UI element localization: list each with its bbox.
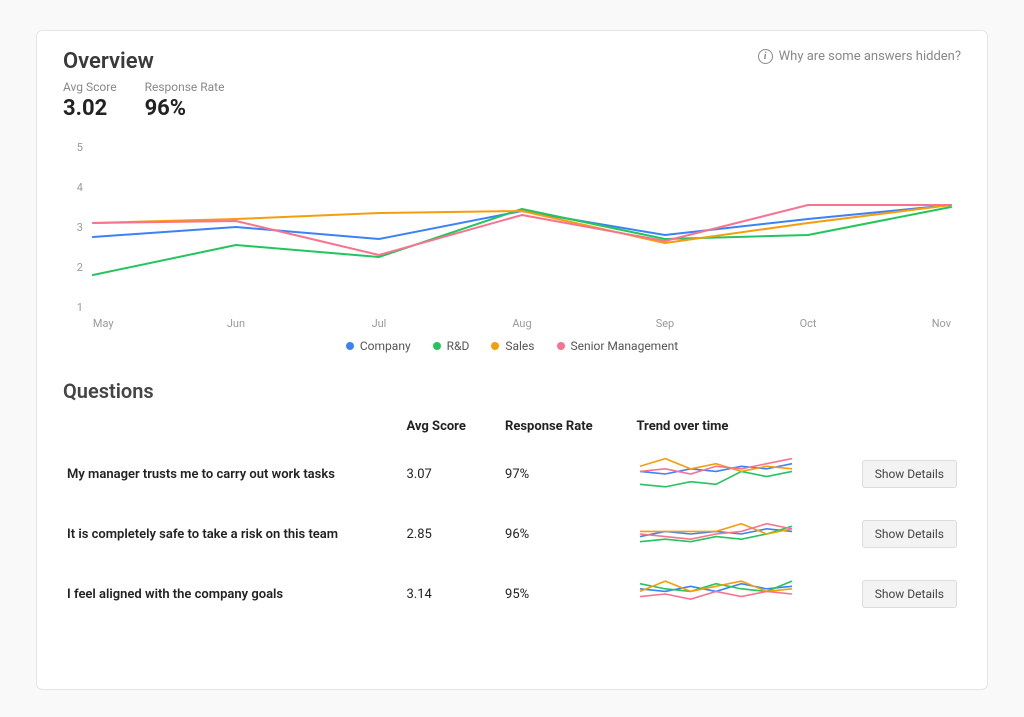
svg-text:5: 5 (77, 141, 83, 154)
svg-text:Nov: Nov (932, 317, 952, 330)
question-row: My manager trusts me to carry out work t… (63, 444, 961, 504)
question-avg-score: 2.85 (402, 504, 501, 564)
show-details-button[interactable]: Show Details (862, 580, 957, 608)
show-details-button[interactable]: Show Details (862, 460, 957, 488)
questions-title: Questions (63, 379, 961, 403)
question-row: It is completely safe to take a risk on … (63, 504, 961, 564)
kpi-response-rate-label: Response Rate (145, 80, 225, 94)
info-icon: i (758, 49, 773, 64)
question-row: I feel aligned with the company goals3.1… (63, 564, 961, 624)
question-trend-chart (632, 504, 840, 564)
question-trend-chart (632, 444, 840, 504)
overview-chart: 1 2 3 4 5 May Jun Jul Aug Sep Oct Nov Company R&D Sal… (63, 137, 961, 353)
kpi-avg-score: Avg Score 3.02 (63, 80, 117, 121)
svg-text:May: May (93, 317, 114, 330)
kpi-row: Avg Score 3.02 Response Rate 96% (63, 80, 224, 121)
col-trend: Trend over time (632, 413, 840, 444)
questions-table: Avg Score Response Rate Trend over time … (63, 413, 961, 624)
kpi-response-rate-value: 96% (145, 96, 225, 121)
svg-text:1: 1 (77, 301, 83, 314)
question-avg-score: 3.14 (402, 564, 501, 624)
svg-text:Oct: Oct (800, 317, 817, 330)
svg-text:Jun: Jun (227, 317, 245, 330)
question-response-rate: 96% (501, 504, 632, 564)
question-text: My manager trusts me to carry out work t… (63, 444, 402, 504)
col-avg-score: Avg Score (402, 413, 501, 444)
legend-item[interactable]: Sales (491, 339, 534, 353)
col-response-rate: Response Rate (501, 413, 632, 444)
why-hidden-link[interactable]: i Why are some answers hidden? (758, 49, 961, 64)
legend-item[interactable]: Company (346, 339, 411, 353)
overview-title: Overview (63, 49, 224, 74)
kpi-response-rate: Response Rate 96% (145, 80, 225, 121)
svg-text:4: 4 (77, 181, 83, 194)
svg-text:2: 2 (77, 261, 83, 274)
legend-item[interactable]: Senior Management (557, 339, 679, 353)
question-text: I feel aligned with the company goals (63, 564, 402, 624)
question-trend-chart (632, 564, 840, 624)
svg-text:3: 3 (77, 221, 83, 234)
question-response-rate: 97% (501, 444, 632, 504)
svg-text:Aug: Aug (512, 317, 531, 330)
chart-legend: Company R&D Sales Senior Management (63, 339, 961, 353)
kpi-avg-score-value: 3.02 (63, 96, 117, 121)
show-details-button[interactable]: Show Details (862, 520, 957, 548)
question-text: It is completely safe to take a risk on … (63, 504, 402, 564)
overview-card: Overview Avg Score 3.02 Response Rate 96… (36, 30, 988, 690)
question-response-rate: 95% (501, 564, 632, 624)
question-avg-score: 3.07 (402, 444, 501, 504)
svg-text:Jul: Jul (372, 317, 387, 330)
legend-item[interactable]: R&D (433, 339, 470, 353)
svg-text:Sep: Sep (656, 317, 674, 330)
why-hidden-text: Why are some answers hidden? (779, 49, 961, 64)
kpi-avg-score-label: Avg Score (63, 80, 117, 94)
